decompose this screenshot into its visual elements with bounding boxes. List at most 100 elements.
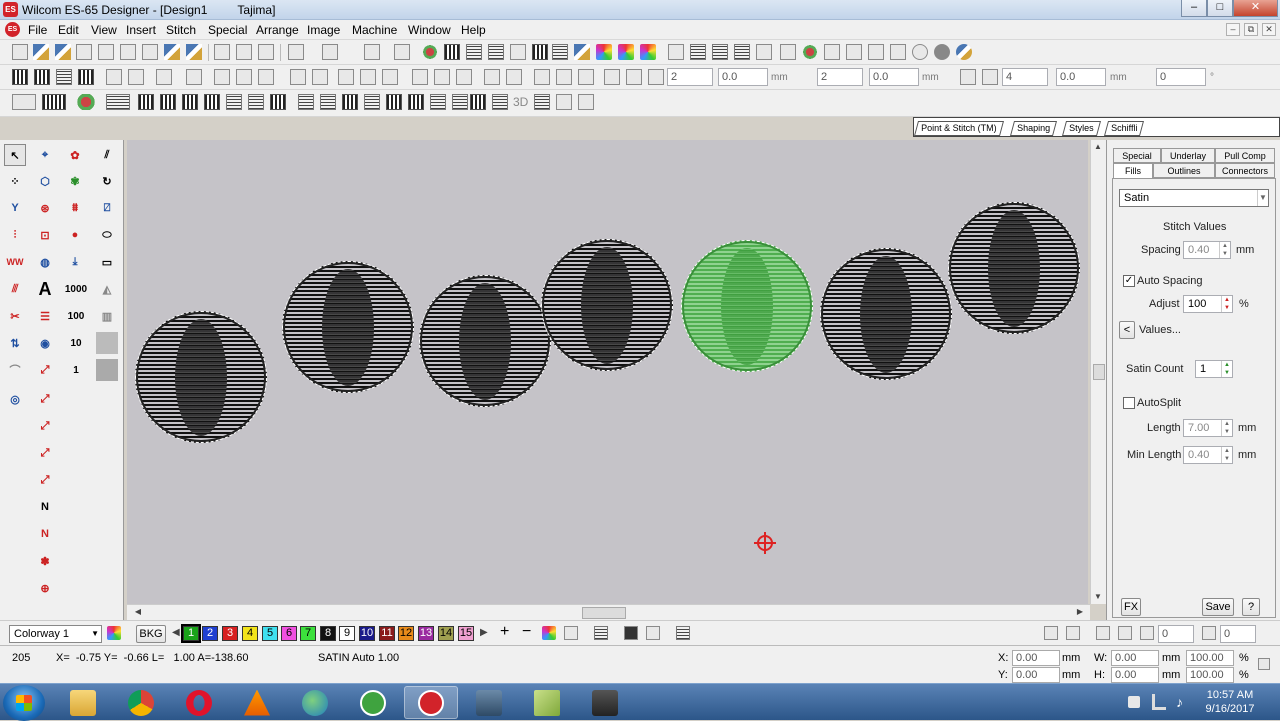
people-icon[interactable]: ☰ (34, 305, 56, 327)
spacing-field[interactable]: 0.40 ▲ ▼ (1183, 241, 1231, 259)
color-swatch[interactable]: 3 (222, 626, 238, 641)
arc-icon[interactable] (186, 69, 202, 85)
bucket-icon[interactable]: ⌒ (4, 359, 26, 381)
explorer-task[interactable] (56, 686, 110, 719)
color-swatch[interactable]: 10 (359, 626, 375, 641)
color-swatch[interactable]: 8 (320, 626, 336, 641)
tab-styles[interactable]: Styles (1061, 121, 1101, 136)
thread-chart-icon[interactable] (542, 626, 556, 640)
scroll-right-icon[interactable]: ▶ (1073, 605, 1087, 619)
min-length-field[interactable]: 0.40 ▲ ▼ (1183, 446, 1233, 464)
satin-count-field[interactable]: 1 ▲ ▼ (1195, 360, 1233, 378)
align-middle-icon[interactable] (434, 69, 450, 85)
stitch-c-icon[interactable]: WW (4, 251, 26, 273)
new-file-icon[interactable] (12, 44, 28, 60)
node-icon[interactable] (604, 69, 620, 85)
eye-icon[interactable]: ◎ (4, 388, 26, 410)
radial-count[interactable]: 4 (1002, 68, 1048, 86)
color-film-icon[interactable] (596, 44, 612, 60)
pin-icon[interactable]: ● (64, 224, 86, 246)
input-a-icon[interactable] (42, 94, 66, 110)
angle-field[interactable]: 0 (1156, 68, 1206, 86)
transform-icon[interactable] (156, 69, 172, 85)
align-icon[interactable] (12, 69, 28, 85)
spin-arrows-icon[interactable]: ▲ ▼ (1221, 296, 1232, 312)
stemstitch-icon[interactable] (226, 94, 242, 110)
remove-color-icon[interactable]: − (522, 623, 531, 641)
wilcom-task[interactable] (404, 686, 458, 719)
settings-icon[interactable] (956, 44, 972, 60)
y-field[interactable]: 0.00 (1012, 667, 1060, 683)
fill-5-icon[interactable] (386, 94, 402, 110)
shape-icon[interactable]: ⬡ (34, 170, 56, 192)
rotate-angle-field[interactable]: 0 (1158, 625, 1194, 643)
fabric-icon[interactable]: ◭ (96, 278, 118, 300)
tatami-icon[interactable] (138, 94, 154, 110)
color-swatch[interactable]: 7 (300, 626, 316, 641)
add-color-icon[interactable]: + (500, 623, 509, 641)
branch-icon[interactable]: Y (4, 197, 26, 219)
color-swatch[interactable]: 5 (262, 626, 278, 641)
print-icon[interactable] (120, 44, 136, 60)
count-100[interactable]: 100 (62, 305, 90, 327)
size-icon[interactable] (534, 69, 550, 85)
maximize-button[interactable]: □ (1207, 0, 1233, 17)
width-percent-field[interactable]: 100.00 (1186, 650, 1234, 666)
opera-task[interactable] (172, 686, 226, 719)
chrome-task[interactable] (114, 686, 168, 719)
spin-arrows-icon[interactable]: ▲ ▼ (1219, 242, 1230, 258)
fill-type-select[interactable]: Satin ▼ (1119, 189, 1269, 207)
open-folder-icon[interactable] (33, 44, 49, 60)
satin-circle-6[interactable] (820, 248, 952, 380)
slant-icon[interactable] (1044, 626, 1058, 640)
reshape-icon[interactable]: ⌖ (34, 144, 56, 166)
copy-design-icon[interactable] (98, 44, 114, 60)
colorway-select[interactable]: Colorway 1 ▼ (9, 625, 102, 643)
color-palette-icon[interactable] (618, 44, 634, 60)
table-icon[interactable] (56, 69, 72, 85)
rotate-icon[interactable] (214, 69, 230, 85)
background-button[interactable]: BKG (136, 625, 166, 643)
tab-special[interactable]: Special (1113, 148, 1161, 163)
fill-9-icon[interactable] (470, 94, 486, 110)
step-icon[interactable] (578, 69, 594, 85)
split-icon[interactable] (626, 69, 642, 85)
fill-12-icon[interactable] (556, 94, 572, 110)
lock-size-icon[interactable] (556, 69, 572, 85)
node-select-icon[interactable]: ⁘ (4, 170, 26, 192)
spin-arrows-icon[interactable]: ▲ ▼ (1221, 420, 1232, 436)
fill-10-icon[interactable] (492, 94, 508, 110)
scroll-up-icon[interactable]: ▲ (1091, 140, 1105, 154)
ellipse-icon[interactable]: ⬭ (96, 224, 118, 246)
fx-button[interactable]: FX (1121, 598, 1141, 616)
target-icon[interactable]: ⊛ (34, 197, 56, 219)
color-swatch[interactable]: 11 (379, 626, 395, 641)
mdi-close-button[interactable]: ✕ (1262, 23, 1276, 36)
utorrent-task[interactable] (346, 686, 400, 719)
scroll-left-icon[interactable]: ◀ (131, 605, 145, 619)
swap-color-icon[interactable] (564, 626, 578, 640)
show-hoop-icon[interactable] (532, 44, 548, 60)
show-image-icon[interactable] (624, 626, 638, 640)
circle-target-icon[interactable]: ⊕ (34, 577, 56, 599)
globe-app-task[interactable] (288, 686, 342, 719)
lines-icon[interactable]: ⫽ (96, 144, 118, 166)
chevron-down-icon[interactable]: ▼ (1257, 190, 1268, 206)
satin-circle-2[interactable] (282, 261, 414, 393)
help-button[interactable]: ? (1242, 598, 1260, 616)
stitch-b-icon[interactable]: ⫶ (4, 224, 26, 246)
align-left-icon[interactable] (338, 69, 354, 85)
adjust-field[interactable]: 100 ▲ ▼ (1183, 295, 1233, 313)
checkmark-icon[interactable] (394, 44, 410, 60)
array-count-1[interactable]: 2 (667, 68, 713, 86)
speaker-icon[interactable]: ♪ (1176, 694, 1183, 710)
texture-icon[interactable] (96, 359, 118, 381)
x-field[interactable]: 0.00 (1012, 650, 1060, 666)
menu-edit[interactable]: Edit (58, 23, 79, 37)
skew-icon[interactable] (1066, 626, 1080, 640)
radial-spacing[interactable]: 0.0 (1056, 68, 1106, 86)
dotted-line-icon[interactable]: ⤢ (34, 388, 56, 410)
tab-outlines[interactable]: Outlines (1153, 163, 1215, 178)
export-icon[interactable] (76, 44, 92, 60)
show-stitches-icon[interactable] (422, 44, 438, 60)
